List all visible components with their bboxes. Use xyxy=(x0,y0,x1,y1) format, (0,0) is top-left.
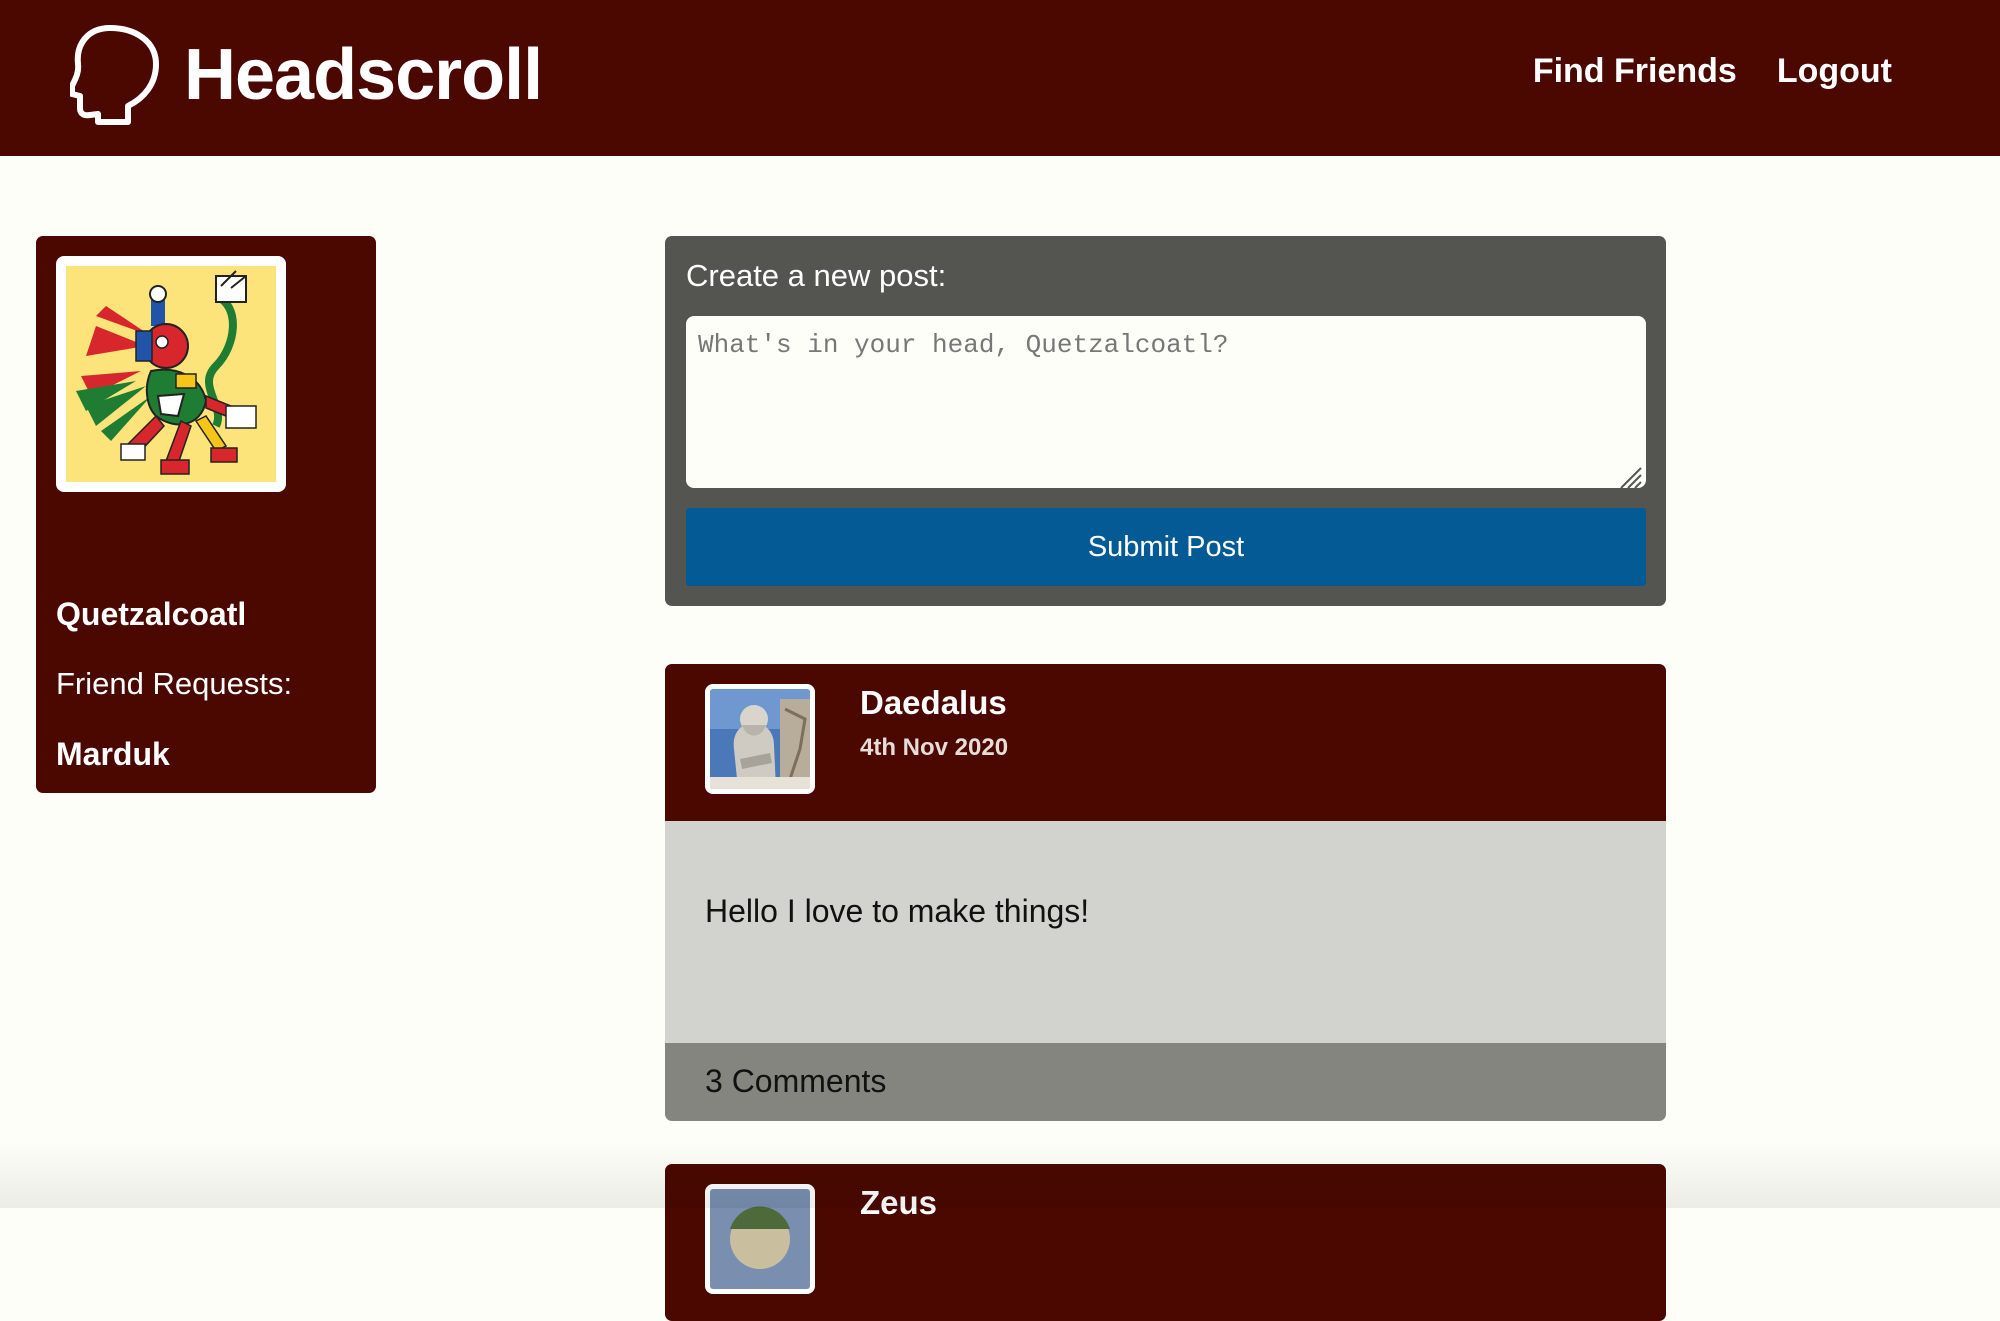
post-comments-bar[interactable]: 3 Comments xyxy=(665,1043,1666,1121)
brand-title: Headscroll xyxy=(184,35,543,115)
post-author[interactable]: Zeus xyxy=(860,1184,937,1222)
post-date: 4th Nov 2020 xyxy=(860,734,1009,761)
resize-handle-icon[interactable] xyxy=(1615,462,1643,490)
post-card: Zeus xyxy=(665,1164,1666,1321)
find-friends-link[interactable]: Find Friends xyxy=(1533,52,1737,91)
post-text: Hello I love to make things! xyxy=(705,893,1090,929)
post-card: Daedalus 4th Nov 2020 Hello I love to ma… xyxy=(665,664,1666,1121)
new-post-composer: Create a new post: Submit Post xyxy=(665,236,1666,606)
brand[interactable]: Headscroll xyxy=(70,24,543,126)
profile-name: Quetzalcoatl xyxy=(56,596,247,632)
top-navbar: Headscroll Find Friends Logout xyxy=(0,0,2000,156)
post-author[interactable]: Daedalus xyxy=(860,684,1007,722)
submit-post-button[interactable]: Submit Post xyxy=(686,508,1646,586)
post-body: Hello I love to make things! xyxy=(665,821,1666,1043)
composer-label: Create a new post: xyxy=(686,258,947,293)
profile-avatar[interactable] xyxy=(56,256,286,492)
friend-requests-label: Friend Requests: xyxy=(56,666,293,701)
deity-illustration-image xyxy=(66,266,276,482)
post-author-avatar[interactable] xyxy=(705,1184,815,1294)
head-logo-icon xyxy=(70,25,159,125)
post-author-avatar[interactable] xyxy=(705,684,815,794)
logout-link[interactable]: Logout xyxy=(1777,52,1892,91)
profile-card: Quetzalcoatl Friend Requests: Marduk xyxy=(36,236,376,793)
post-textarea[interactable] xyxy=(686,316,1646,488)
nav-links: Find Friends Logout xyxy=(1493,52,1892,91)
friend-request-item[interactable]: Marduk xyxy=(56,736,170,773)
statue-photo-image xyxy=(710,689,810,789)
comments-count[interactable]: 3 Comments xyxy=(705,1063,886,1100)
zeus-statue-image xyxy=(710,1189,810,1289)
post-header: Zeus xyxy=(665,1164,1666,1321)
post-header: Daedalus 4th Nov 2020 xyxy=(665,664,1666,821)
